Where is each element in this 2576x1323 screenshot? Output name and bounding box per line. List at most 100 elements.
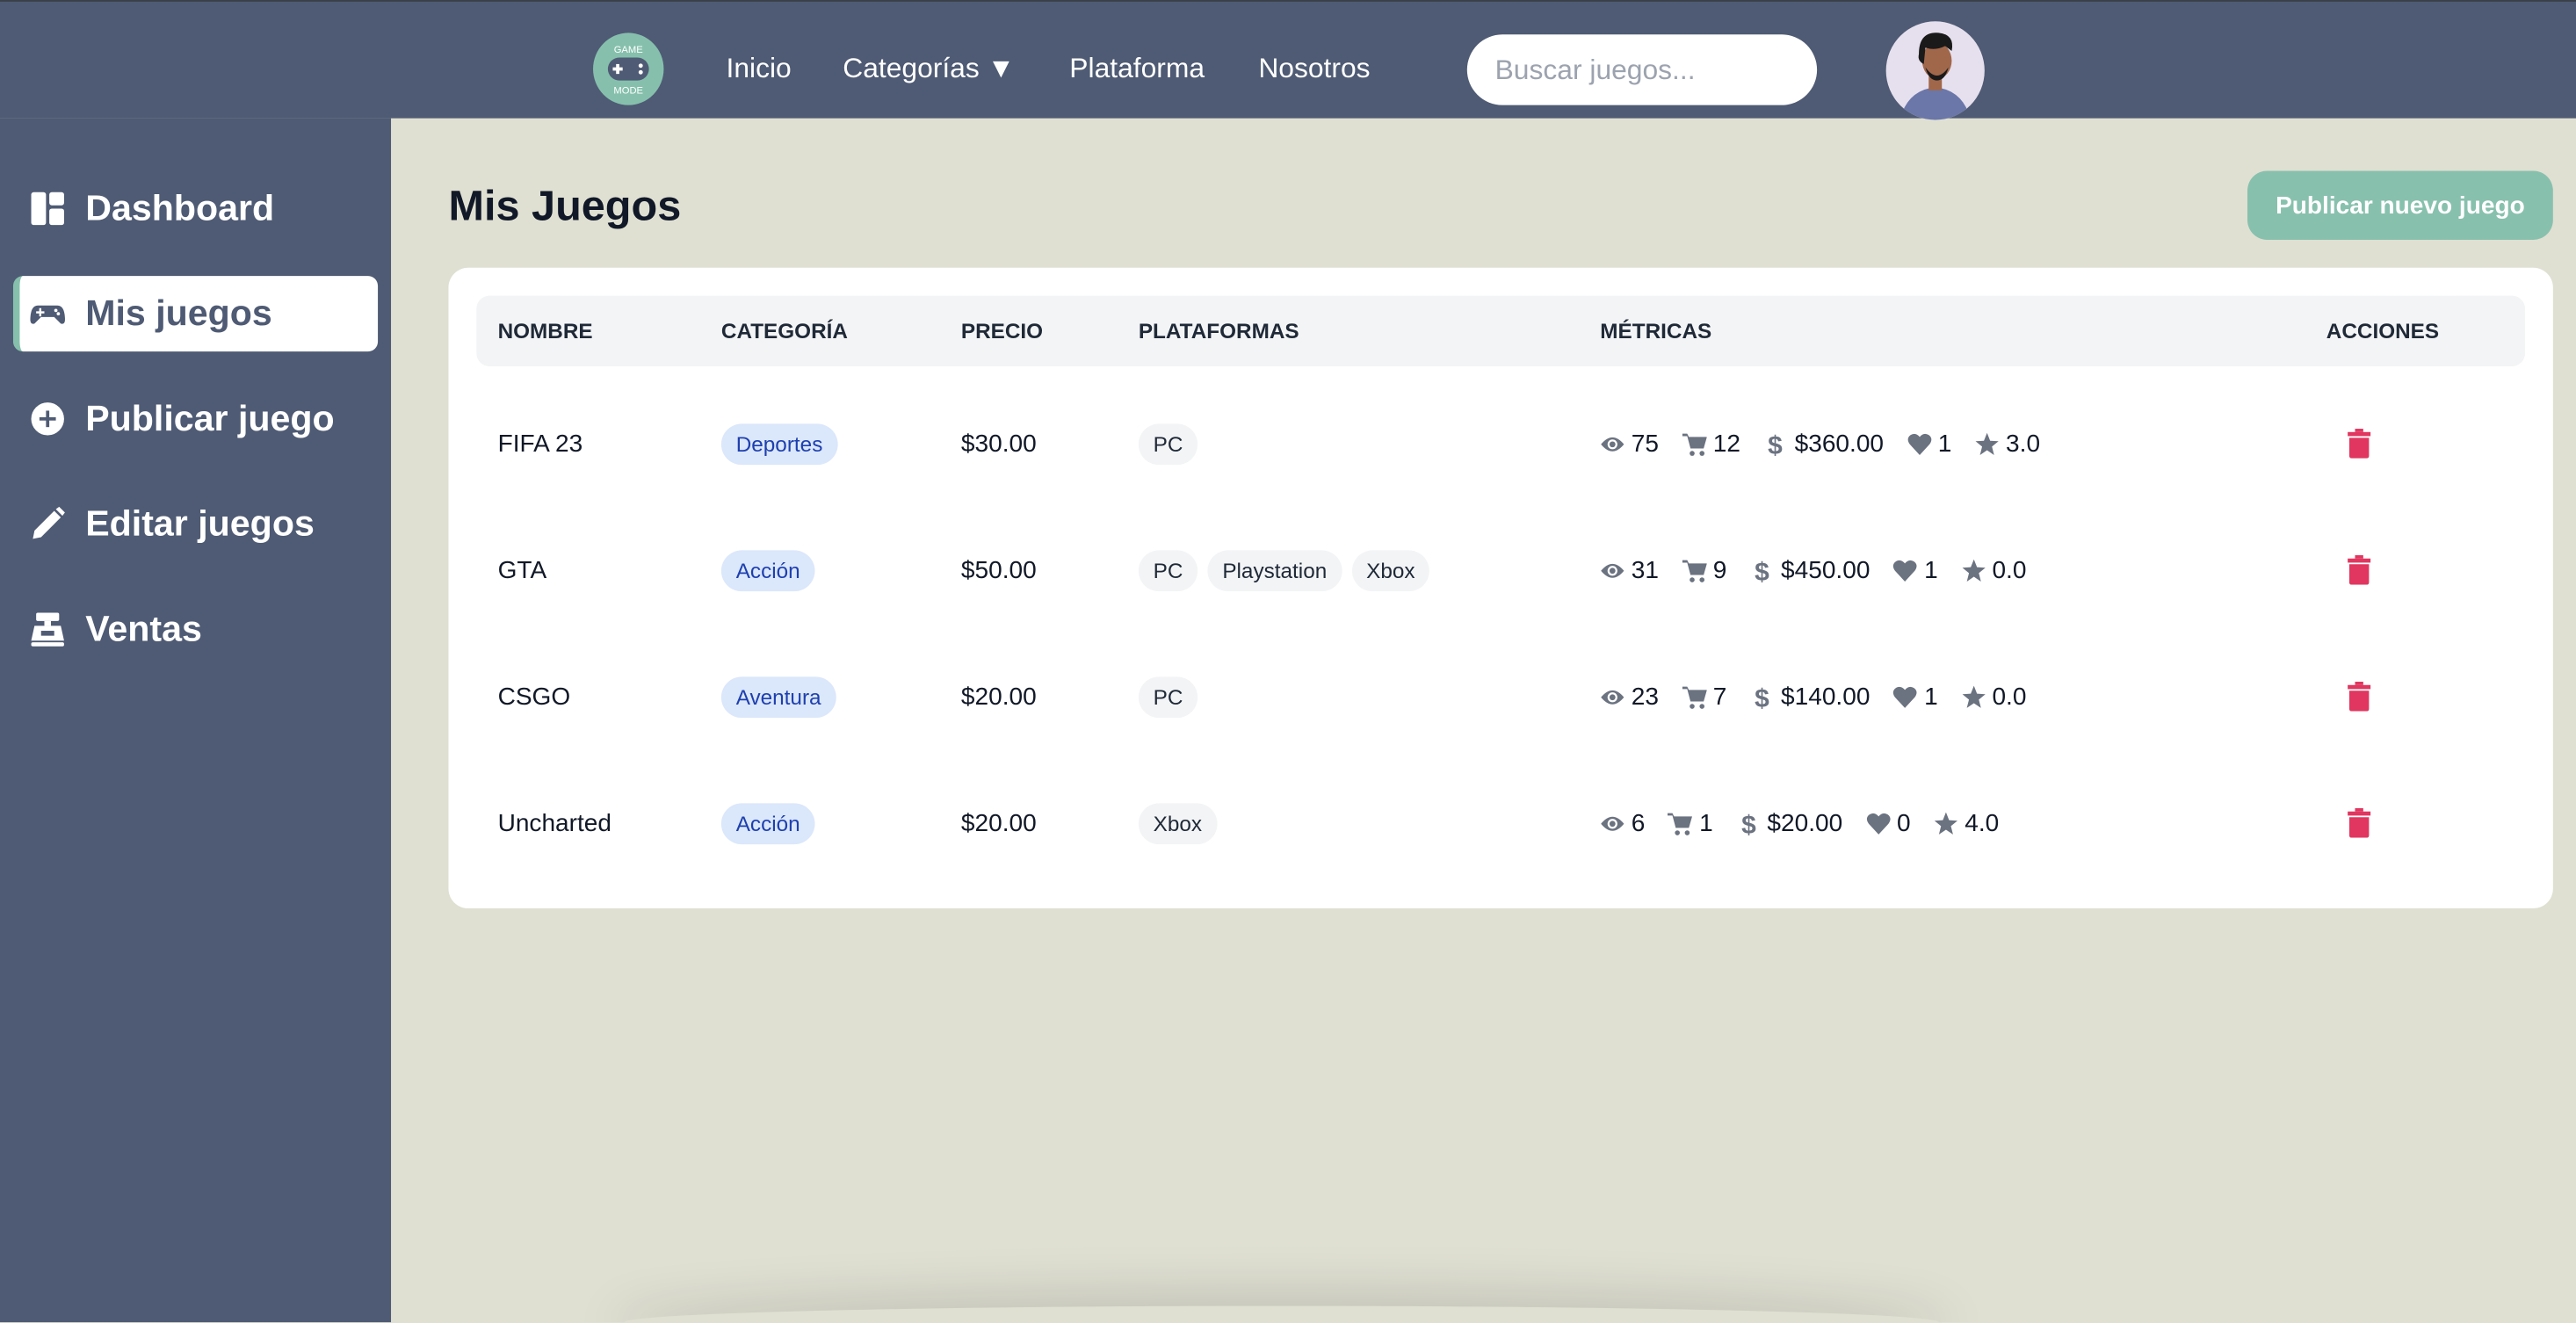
dollar-icon: $ [1769,431,1784,456]
svg-text:$: $ [1769,431,1784,456]
sidebar-item-label: Editar juegos [85,502,315,544]
game-price: $20.00 [960,808,1037,837]
metric-revenue: $ $360.00 [1763,430,1884,458]
metric-sales-value: 1 [1699,808,1713,837]
eye-icon [1601,436,1624,451]
column-header-plataformas: PLATAFORMAS [1138,318,1299,343]
table-row: GTA Acción $50.00 PC Playstation Xbox 31 9 $… [476,537,2525,603]
metrics: 75 12 $ $360.00 1 3.0 [1600,410,2063,476]
metric-revenue: $ $140.00 [1750,683,1870,711]
trash-icon [2348,555,2371,585]
star-icon [1975,431,1999,455]
game-mode-logo[interactable]: GAME MODE [593,33,664,105]
metric-revenue-value: $360.00 [1794,429,1885,458]
sidebar-item-label: Dashboard [85,187,275,228]
svg-text:$: $ [1755,558,1769,582]
sidebar-item-ventas[interactable]: Ventas [13,591,378,667]
platforms-list: Xbox [1138,790,1226,856]
delete-button[interactable] [2348,790,2371,856]
metric-rating: 3.0 [1975,430,2040,458]
nav-nosotros[interactable]: Nosotros [1258,53,1370,85]
nav-categorias-dropdown[interactable]: Categorías ▼ [843,53,1015,85]
pencil-icon [33,506,65,539]
metric-views: 75 [1600,430,1659,458]
metric-sales: 9 [1682,556,1726,584]
metric-likes-value: 1 [1937,429,1952,458]
sidebar-item-mis-juegos[interactable]: Mis juegos [12,276,379,352]
metric-sales: 7 [1682,683,1726,711]
metric-rating-value: 4.0 [1965,808,2000,837]
star-icon [1934,811,1957,834]
heart-icon [1866,812,1890,834]
heart-icon [1907,432,1931,455]
cart-icon [1682,432,1707,455]
cart-icon [1668,812,1693,835]
platforms-list: PC [1138,663,1208,729]
dollar-icon: $ [1755,558,1769,582]
metric-views: 23 [1600,683,1659,711]
metric-revenue-value: $450.00 [1781,555,1870,584]
cart-icon [1682,559,1707,582]
games-table: NOMBRE CATEGORÍA PRECIO PLATAFORMAS MÉTR… [448,267,2553,909]
nav-inicio[interactable]: Inicio [726,53,791,85]
column-header-precio: PRECIO [960,318,1044,343]
metric-rating-value: 0.0 [1992,682,2027,711]
sidebar-item-editar-juegos[interactable]: Editar juegos [13,486,378,561]
platform-badge: PC [1138,676,1198,718]
metric-revenue-value: $140.00 [1781,682,1870,711]
column-header-categoria: CATEGORÍA [720,318,848,343]
heart-icon [1893,559,1917,582]
sidebar-item-label: Publicar juego [85,397,335,439]
sidebar-item-label: Ventas [85,607,202,649]
eye-icon [1601,562,1624,577]
metric-revenue: $ $450.00 [1750,556,1870,584]
category-badge: Acción [720,802,815,844]
metric-likes: 1 [1893,556,1938,584]
nav-plataforma[interactable]: Plataforma [1069,53,1205,85]
delete-button[interactable] [2348,663,2371,729]
metric-sales-value: 12 [1712,429,1740,458]
metric-likes: 1 [1907,430,1951,458]
sidebar-item-publicar-juego[interactable]: Publicar juego [13,381,378,457]
star-icon [1961,684,1986,707]
category-badge: Aventura [720,676,836,718]
trash-icon [2348,807,2371,838]
metric-sales: 12 [1682,430,1740,458]
star-icon [1961,558,1986,582]
game-name: GTA [497,555,547,584]
table-row: CSGO Aventura $20.00 PC 23 7 $ $140.00 1 0.0 [476,663,2525,729]
metric-views-value: 31 [1631,555,1660,584]
search-input[interactable] [1466,34,1818,105]
metric-likes: 1 [1893,683,1938,711]
bottom-shadow [625,1306,1939,1323]
svg-text:GAME: GAME [614,45,643,55]
sidebar-item-dashboard[interactable]: Dashboard [13,170,378,246]
trash-icon [2348,429,2371,459]
table-row: FIFA 23 Deportes $30.00 PC 75 12 $ $360.00 1… [476,410,2525,476]
metrics: 6 1 $ $20.00 0 4.0 [1600,790,2022,856]
game-name: FIFA 23 [497,429,583,458]
publish-new-game-button[interactable]: Publicar nuevo juego [2247,170,2553,241]
plus-circle-icon [31,402,64,436]
sidebar-item-label: Mis juegos [85,292,272,334]
metric-views-value: 23 [1631,682,1660,711]
platforms-list: PC [1138,410,1208,476]
metric-rating-value: 0.0 [1992,555,2027,584]
column-header-acciones: ACCIONES [2326,318,2440,343]
metric-revenue-value: $20.00 [1767,808,1843,837]
cart-icon [1682,685,1707,708]
delete-button[interactable] [2348,410,2371,476]
table-row: Uncharted Acción $20.00 Xbox 6 1 $ $20.00 0 4… [476,790,2525,856]
platform-badge: Xbox [1138,802,1217,844]
svg-text:$: $ [1741,811,1756,835]
trash-icon [2348,682,2371,712]
game-price: $20.00 [960,682,1037,711]
metric-revenue: $ $20.00 [1736,808,1843,837]
column-header-metricas: MÉTRICAS [1600,318,1712,343]
svg-text:$: $ [1755,684,1769,709]
metric-likes: 0 [1865,809,1911,837]
platform-badge: PC [1138,423,1198,465]
metric-likes-value: 1 [1924,682,1938,711]
delete-button[interactable] [2348,537,2371,603]
user-avatar[interactable] [1885,21,1985,120]
